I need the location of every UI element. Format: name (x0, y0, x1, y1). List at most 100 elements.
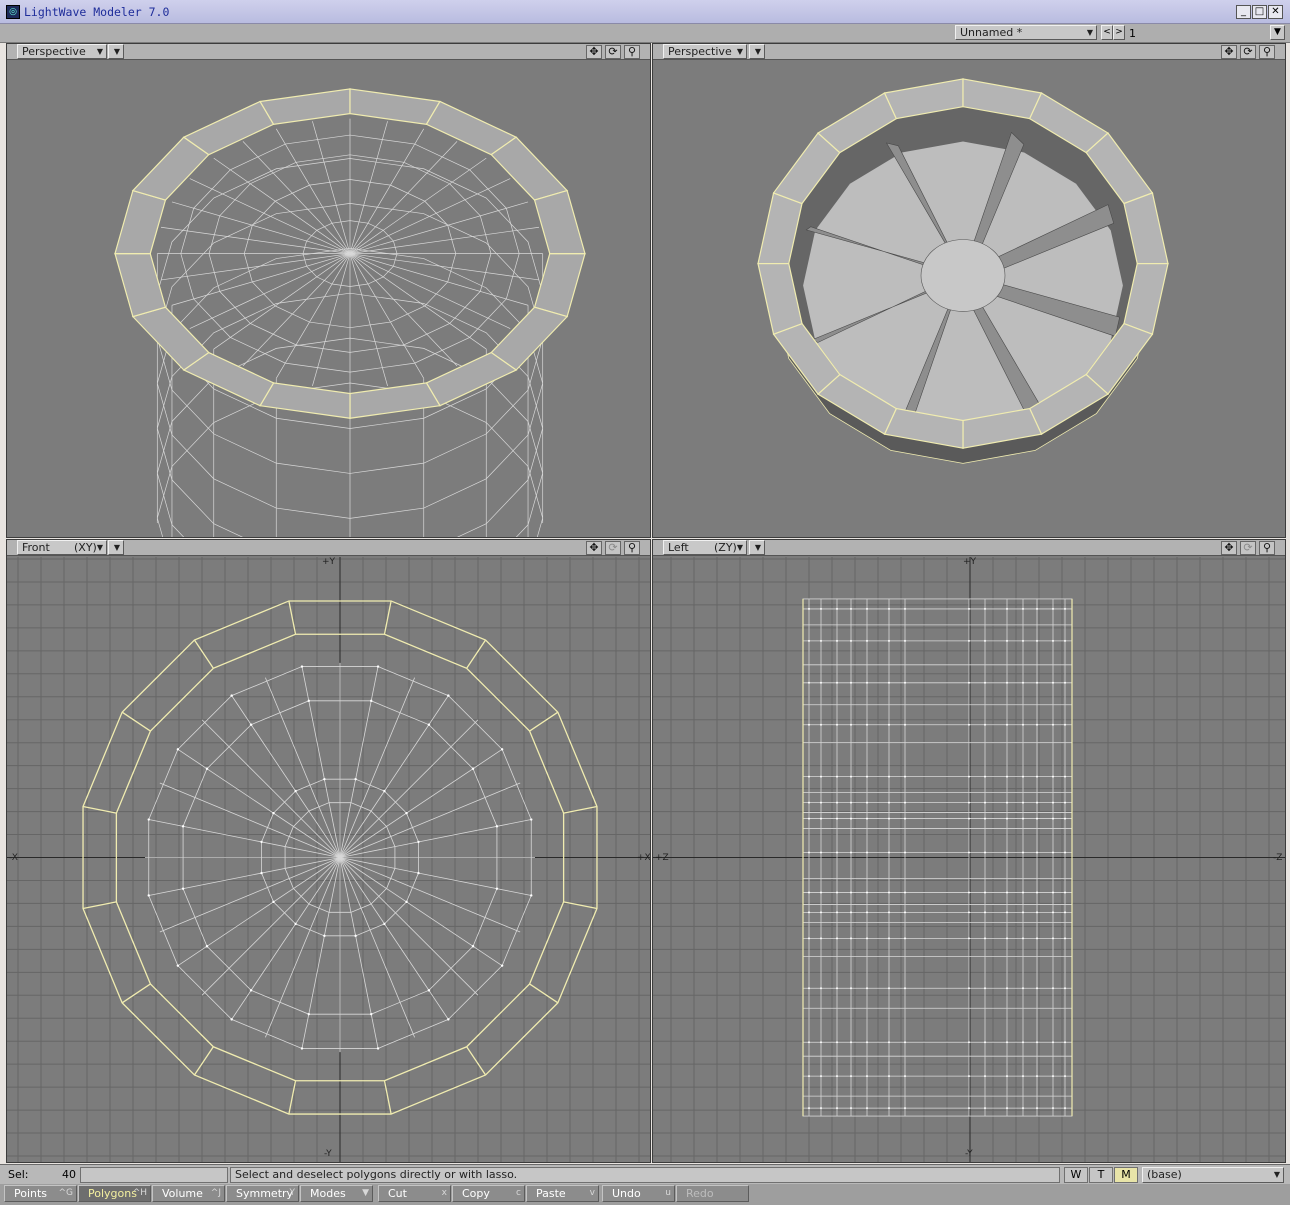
viewport-canvas[interactable]: +Y -Y -X +X (7, 557, 650, 1162)
next-object-button[interactable]: > (1113, 25, 1125, 40)
maximize-button[interactable]: □ (1252, 5, 1267, 19)
view-type-label: Front (22, 541, 50, 554)
mode-button-volume[interactable]: Volume ^J (152, 1185, 225, 1202)
viewport-top-right[interactable]: Perspective ▼ ▼ ✥ ⟳ ⚲ (652, 43, 1286, 538)
view-type-select[interactable]: Perspective ▼ (17, 44, 107, 59)
viewport-bottom-right[interactable]: Left (ZY) ▼ ▼ ✥ ⟳ ⚲ +Y -Y +Z -Z (652, 539, 1286, 1163)
zoom-icon[interactable]: ⚲ (624, 541, 640, 555)
view-axes-label: (ZY) (714, 541, 737, 554)
sel-count: 40 (62, 1168, 76, 1181)
move-icon[interactable]: ✥ (586, 541, 602, 555)
mode-button-label: Symmetry (236, 1187, 294, 1200)
render-style-select[interactable]: ▼ (749, 44, 765, 59)
shaded-render (757, 78, 1169, 464)
move-icon[interactable]: ✥ (1221, 45, 1237, 59)
mode-button-label: Cut (388, 1187, 407, 1200)
zoom-icon[interactable]: ⚲ (1259, 541, 1275, 555)
mesh-wire (156, 118, 544, 537)
view-type-label: Perspective (668, 45, 732, 58)
layer-menu-button[interactable]: ▼ (1270, 25, 1285, 40)
mode-button-label: Redo (686, 1187, 714, 1200)
title-bar: ◎ LightWave Modeler 7.0 _ □ ✕ (0, 0, 1290, 24)
chevron-down-icon: ▼ (96, 543, 103, 552)
chevron-down-icon: ▼ (754, 543, 761, 552)
view-type-select[interactable]: Front (XY) ▼ (17, 540, 107, 555)
object-select[interactable]: Unnamed * ▼ (955, 25, 1097, 40)
layer-select-value: (base) (1147, 1168, 1182, 1181)
chevron-down-icon: ▼ (736, 543, 743, 552)
shortcut-key: ^J (210, 1188, 221, 1198)
viewport-header: Perspective ▼ ▼ ✥ ⟳ ⚲ (7, 44, 650, 60)
layer-select[interactable]: (base) ▼ (1142, 1167, 1284, 1183)
viewport-canvas[interactable] (7, 61, 650, 537)
view-axes-label: (XY) (74, 541, 97, 554)
shortcut-key: ▼ (362, 1188, 369, 1198)
status-hint: Select and deselect polygons directly or… (230, 1167, 1060, 1183)
minimize-button[interactable]: _ (1236, 5, 1251, 19)
mode-button-modes[interactable]: Modes ▼ (300, 1185, 373, 1202)
mode-button-label: Copy (462, 1187, 490, 1200)
viewport-bottom-left[interactable]: Front (XY) ▼ ▼ ✥ ⟳ ⚲ +Y -Y -X +X (6, 539, 651, 1163)
mode-button-points[interactable]: Points ^G (4, 1185, 77, 1202)
mode-button-redo: Redo (676, 1185, 749, 1202)
shortcut-key: ^G (58, 1188, 73, 1198)
hub (920, 239, 1006, 312)
mode-button-symmetry[interactable]: Symmetry Y (226, 1185, 299, 1202)
viewport-top-left[interactable]: Perspective ▼ ▼ ✥ ⟳ ⚲ (6, 43, 651, 538)
lightwave-icon: ◎ (6, 5, 20, 19)
axis-label-right: -Z (1273, 853, 1283, 863)
render-style-select[interactable]: ▼ (108, 44, 124, 59)
status-bar: Sel: 40 Select and deselect polygons dir… (0, 1164, 1290, 1184)
render-style-select[interactable]: ▼ (108, 540, 124, 555)
front-wireframe (7, 557, 650, 1162)
numeric-field (80, 1167, 228, 1183)
mode-button-copy[interactable]: Copy c (452, 1185, 525, 1202)
axis-label-left: +Z (655, 853, 669, 863)
mode-button-undo[interactable]: Undo u (602, 1185, 675, 1202)
chevron-down-icon: ▼ (1273, 1170, 1280, 1179)
mode-button-label: Paste (536, 1187, 566, 1200)
chevron-down-icon: ▼ (96, 47, 103, 56)
viewport-header: Perspective ▼ ▼ ✥ ⟳ ⚲ (653, 44, 1285, 60)
sel-label: Sel: (8, 1168, 29, 1181)
axis-label-bottom: -Y (324, 1149, 332, 1159)
axis-label-top: +Y (322, 557, 336, 567)
chevron-down-icon: ▼ (113, 47, 120, 56)
zoom-icon[interactable]: ⚲ (1259, 45, 1275, 59)
mode-button-cut[interactable]: Cut x (378, 1185, 451, 1202)
wtm-m-button[interactable]: M (1114, 1167, 1138, 1183)
window-title: LightWave Modeler 7.0 (24, 5, 170, 19)
rotate-icon[interactable]: ⟳ (605, 45, 621, 59)
mesh-wire (145, 662, 535, 1053)
zoom-icon[interactable]: ⚲ (624, 45, 640, 59)
axis-label-top: +Y (963, 557, 977, 567)
shortcut-key: v (589, 1188, 595, 1198)
axis-label-left: -X (9, 853, 18, 863)
prev-object-button[interactable]: < (1101, 25, 1113, 40)
object-name: Unnamed * (960, 26, 1023, 39)
mode-button-polygons[interactable]: Polygons ^H (78, 1185, 151, 1202)
mode-button-paste[interactable]: Paste v (526, 1185, 599, 1202)
move-icon[interactable]: ✥ (586, 45, 602, 59)
move-icon[interactable]: ✥ (1221, 541, 1237, 555)
close-button[interactable]: ✕ (1268, 5, 1283, 19)
view-type-label: Left (668, 541, 689, 554)
wtm-w-button[interactable]: W (1064, 1167, 1088, 1183)
viewport-canvas[interactable]: +Y -Y +Z -Z (653, 557, 1285, 1162)
rotate-icon: ⟳ (1240, 541, 1256, 555)
viewport-canvas[interactable] (653, 61, 1285, 537)
view-type-select[interactable]: Perspective ▼ (663, 44, 747, 59)
top-toolbar: Unnamed * ▼ < > 1 ▼ (0, 24, 1290, 65)
view-type-label: Perspective (22, 45, 86, 58)
render-style-select[interactable]: ▼ (749, 540, 765, 555)
left-wireframe (653, 557, 1285, 1162)
mode-bar: Points ^G Polygons ^H Volume ^J Symmetry Y Modes… (0, 1184, 1290, 1205)
mode-button-label: Undo (612, 1187, 641, 1200)
shortcut-key: u (665, 1188, 671, 1198)
axis-label-right: +X (637, 853, 650, 863)
chevron-down-icon: ▼ (113, 543, 120, 552)
chevron-down-icon: ▼ (1086, 28, 1093, 37)
rotate-icon[interactable]: ⟳ (1240, 45, 1256, 59)
view-type-select[interactable]: Left (ZY) ▼ (663, 540, 747, 555)
wtm-t-button[interactable]: T (1089, 1167, 1113, 1183)
